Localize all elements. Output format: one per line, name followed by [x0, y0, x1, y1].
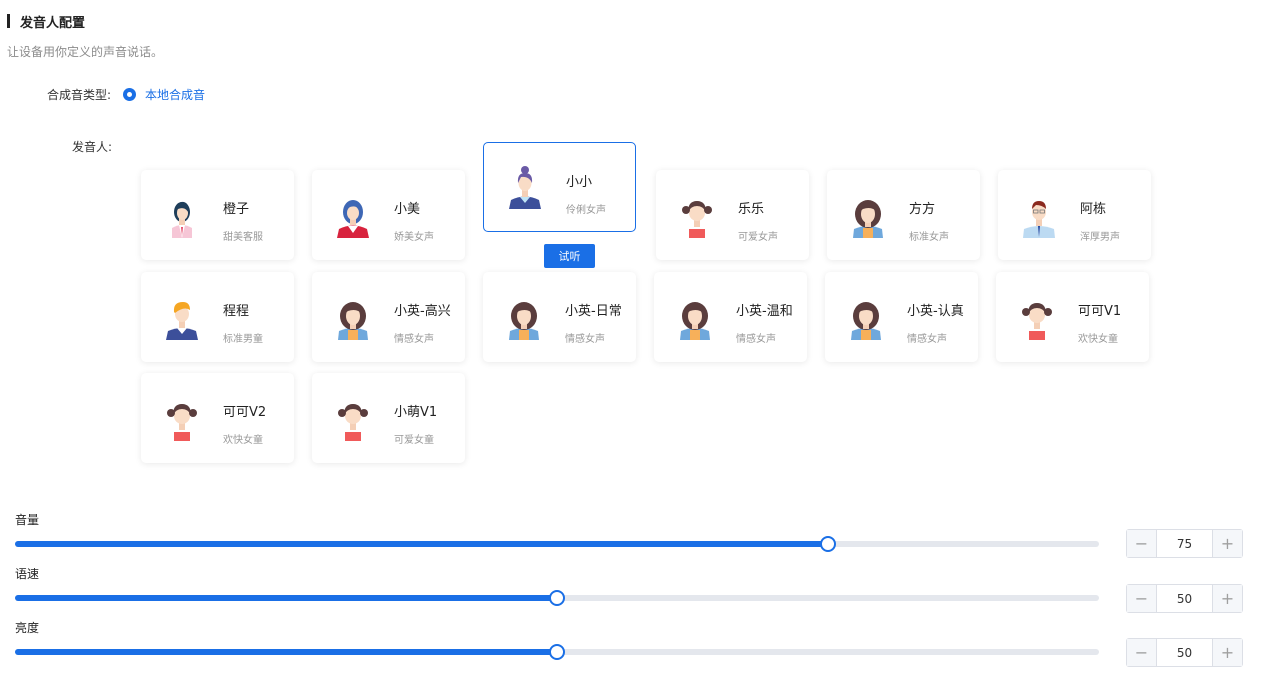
plus-icon: +: [1220, 643, 1235, 662]
speaker-card-selected[interactable]: 小小 伶俐女声: [483, 142, 636, 232]
speaker-label: 发音人:: [72, 140, 113, 154]
woman-long-hair-avatar-icon: [509, 302, 539, 340]
speed-stepper: − 50 +: [1126, 584, 1243, 613]
woman-long-hair-avatar-icon: [338, 302, 368, 340]
speaker-name: 小英-高兴: [394, 304, 451, 319]
speaker-name: 程程: [223, 304, 250, 319]
speed-decrease-button[interactable]: −: [1127, 585, 1157, 612]
volume-slider-fill: [15, 541, 828, 547]
speaker-description: 欢快女童: [1078, 334, 1118, 345]
speaker-description: 情感女声: [394, 334, 434, 345]
woman-long-hair-avatar-icon: [851, 302, 881, 340]
speaker-card[interactable]: 方方 标准女声: [827, 170, 980, 260]
synth-local-radio[interactable]: [123, 88, 136, 101]
section-description: 让设备用你定义的声音说话。: [7, 45, 164, 59]
brightness-value-input[interactable]: 50: [1157, 639, 1212, 666]
speaker-card[interactable]: 阿栋 浑厚男声: [998, 170, 1151, 260]
speaker-card[interactable]: 可可V2 欢快女童: [141, 373, 294, 463]
brightness-stepper: − 50 +: [1126, 638, 1243, 667]
speed-value-input[interactable]: 50: [1157, 585, 1212, 612]
girl-pigtails-avatar-icon: [338, 404, 368, 441]
brightness-increase-button[interactable]: +: [1212, 639, 1242, 666]
radio-checked-dot: [127, 92, 132, 97]
speaker-card[interactable]: 橙子 甜美客服: [141, 170, 294, 260]
volume-decrease-button[interactable]: −: [1127, 530, 1157, 557]
speaker-description: 标准女声: [909, 232, 949, 243]
volume-value-input[interactable]: 75: [1157, 530, 1212, 557]
minus-icon: −: [1134, 643, 1149, 662]
speed-increase-button[interactable]: +: [1212, 585, 1242, 612]
section-header: 发音人配置: [7, 12, 86, 31]
volume-slider-handle[interactable]: [820, 536, 836, 552]
volume-slider[interactable]: [15, 536, 1099, 552]
speaker-name: 小英-认真: [907, 304, 964, 319]
speaker-description: 可爱女童: [394, 435, 434, 446]
speed-slider-fill: [15, 595, 557, 601]
speed-slider-handle[interactable]: [549, 590, 565, 606]
man-glasses-avatar-icon: [1023, 201, 1055, 238]
speaker-name: 小美: [394, 202, 421, 217]
speaker-card[interactable]: 小萌V1 可爱女童: [312, 373, 465, 463]
brightness-label: 亮度: [15, 621, 40, 635]
speaker-name: 可可V2: [223, 405, 267, 420]
title-accent-bar: [7, 14, 10, 28]
speaker-name: 阿栋: [1080, 202, 1107, 217]
speaker-description: 情感女声: [907, 334, 947, 345]
synth-local-option-label[interactable]: 本地合成音: [145, 86, 205, 103]
speaker-description: 情感女声: [565, 334, 605, 345]
speaker-card[interactable]: 小英-日常 情感女声: [483, 272, 636, 362]
minus-icon: −: [1134, 589, 1149, 608]
brightness-slider-handle[interactable]: [549, 644, 565, 660]
woman-long-hair-avatar-icon: [853, 200, 883, 238]
speaker-description: 情感女声: [736, 334, 776, 345]
plus-icon: +: [1220, 589, 1235, 608]
speaker-description: 甜美客服: [223, 232, 263, 243]
speaker-card[interactable]: 可可V1 欢快女童: [996, 272, 1149, 362]
speaker-description: 可爱女声: [738, 232, 778, 243]
speaker-name: 小英-日常: [565, 304, 622, 319]
speaker-name: 小萌V1: [394, 405, 438, 420]
minus-icon: −: [1134, 534, 1149, 553]
girl-pigtails-avatar-icon: [167, 404, 197, 441]
speaker-description: 标准男童: [223, 334, 263, 345]
speaker-description: 浑厚男声: [1080, 232, 1120, 243]
speaker-card[interactable]: 小英-温和 情感女声: [654, 272, 807, 362]
try-listen-button[interactable]: 试听: [544, 244, 595, 268]
volume-increase-button[interactable]: +: [1212, 530, 1242, 557]
speaker-name: 可可V1: [1078, 304, 1122, 319]
speaker-card[interactable]: 乐乐 可爱女声: [656, 170, 809, 260]
speaker-card[interactable]: 小美 娇美女声: [312, 170, 465, 260]
speaker-card[interactable]: 小英-高兴 情感女声: [312, 272, 465, 362]
speaker-description: 娇美女声: [394, 232, 434, 243]
woman-bun-avatar-icon: [509, 166, 541, 209]
brightness-slider[interactable]: [15, 644, 1099, 660]
speed-slider[interactable]: [15, 590, 1099, 606]
brightness-slider-fill: [15, 649, 557, 655]
plus-icon: +: [1220, 534, 1235, 553]
brightness-decrease-button[interactable]: −: [1127, 639, 1157, 666]
speaker-name: 方方: [909, 202, 936, 217]
speaker-description: 欢快女童: [223, 435, 263, 446]
woman-blue-hair-avatar-icon: [337, 200, 369, 238]
speaker-card[interactable]: 小英-认真 情感女声: [825, 272, 978, 362]
girl-pigtails-avatar-icon: [1022, 303, 1052, 340]
speaker-name: 小小: [566, 175, 593, 190]
speaker-name: 乐乐: [738, 202, 765, 217]
speaker-description: 伶俐女声: [566, 205, 606, 216]
boy-avatar-icon: [166, 302, 198, 340]
speaker-name: 橙子: [223, 202, 250, 217]
page-title: 发音人配置: [20, 15, 86, 31]
woman-service-avatar-icon: [172, 201, 192, 238]
volume-stepper: − 75 +: [1126, 529, 1243, 558]
speaker-card[interactable]: 程程 标准男童: [141, 272, 294, 362]
girl-pigtails-avatar-icon: [682, 201, 712, 238]
synth-type-label: 合成音类型:: [47, 88, 112, 102]
woman-long-hair-avatar-icon: [680, 302, 710, 340]
volume-label: 音量: [15, 513, 40, 527]
speed-label: 语速: [15, 567, 40, 581]
speaker-name: 小英-温和: [736, 304, 793, 319]
